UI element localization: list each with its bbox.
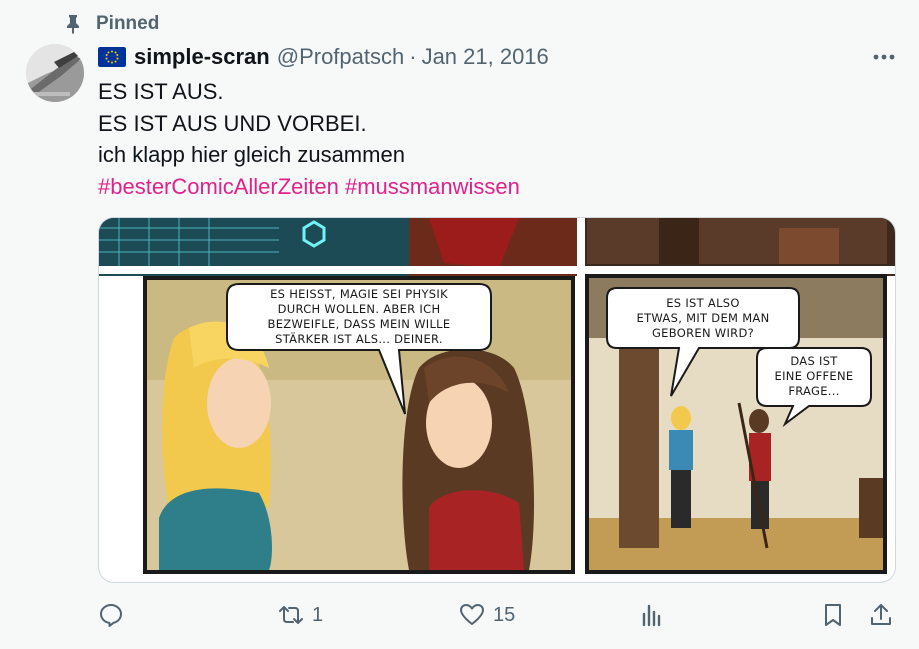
tweet-media-comic[interactable]: ES HEISST, MAGIE SEI PHYSIK DURCH WOLLEN…	[98, 217, 896, 583]
like-button[interactable]: 15	[459, 598, 515, 632]
tweet-action-bar: 1 15	[98, 598, 898, 632]
hashtag-row: #besterComicAllerZeiten #mussmanwissen	[98, 171, 858, 203]
reply-icon	[100, 604, 122, 627]
bookmark-button[interactable]	[820, 598, 846, 632]
bookmark-icon	[825, 604, 841, 626]
comic-bubble-text: ES HEISST, MAGIE SEI PHYSIK	[270, 287, 448, 301]
comic-bubble-text: FRAGE...	[788, 384, 839, 398]
comic-bubble-text: DURCH WOLLEN. ABER ICH	[278, 302, 441, 316]
pin-icon	[67, 15, 79, 34]
hashtag-link[interactable]: #mussmanwissen	[345, 174, 520, 199]
heart-icon	[460, 604, 484, 625]
comic-bubble-text: ETWAS, MIT DEM MAN	[637, 311, 770, 325]
author-name[interactable]: simple-scran	[134, 44, 270, 70]
author-handle[interactable]: @Profpatsch	[277, 44, 405, 70]
retweet-icon	[279, 606, 303, 624]
share-icon	[871, 604, 891, 625]
hashtag-link[interactable]: #besterComicAllerZeiten	[98, 174, 339, 199]
comic-bubble-text: BEZWEIFLE, DASS MEIN WILLE	[268, 317, 451, 331]
analytics-icon	[642, 604, 661, 627]
eu-flag-icon	[98, 47, 126, 67]
like-count: 15	[493, 603, 516, 626]
comic-bubble-text: GEBOREN WIRD?	[652, 326, 754, 340]
separator-dot: ·	[409, 44, 417, 69]
pinned-indicator: Pinned	[64, 12, 159, 36]
views-button[interactable]	[639, 598, 665, 632]
tweet-text: ES IST AUS. ES IST AUS UND VORBEI. ich k…	[98, 76, 858, 202]
share-button[interactable]	[868, 598, 894, 632]
reply-button[interactable]	[98, 598, 124, 632]
comic-bubble-text: DAS IST	[790, 354, 838, 368]
comic-bubble-text: STÄRKER IST ALS... DEINER.	[275, 331, 443, 346]
retweet-button[interactable]: 1	[278, 598, 323, 632]
more-options-icon[interactable]	[871, 46, 897, 68]
comic-bubble-text: ES IST ALSO	[666, 296, 740, 310]
comic-bubble-text: EINE OFFENE	[775, 369, 854, 383]
tweet-line: ES IST AUS.	[98, 79, 224, 104]
tweet-line: ich klapp hier gleich zusammen	[98, 142, 405, 167]
avatar[interactable]	[26, 44, 84, 102]
tweet-date[interactable]: Jan 21, 2016	[422, 44, 549, 70]
retweet-count: 1	[312, 603, 324, 626]
pinned-label: Pinned	[96, 13, 160, 34]
tweet-header: simple-scran @Profpatsch · Jan 21, 2016	[98, 42, 897, 72]
tweet-line: ES IST AUS UND VORBEI.	[98, 110, 367, 136]
